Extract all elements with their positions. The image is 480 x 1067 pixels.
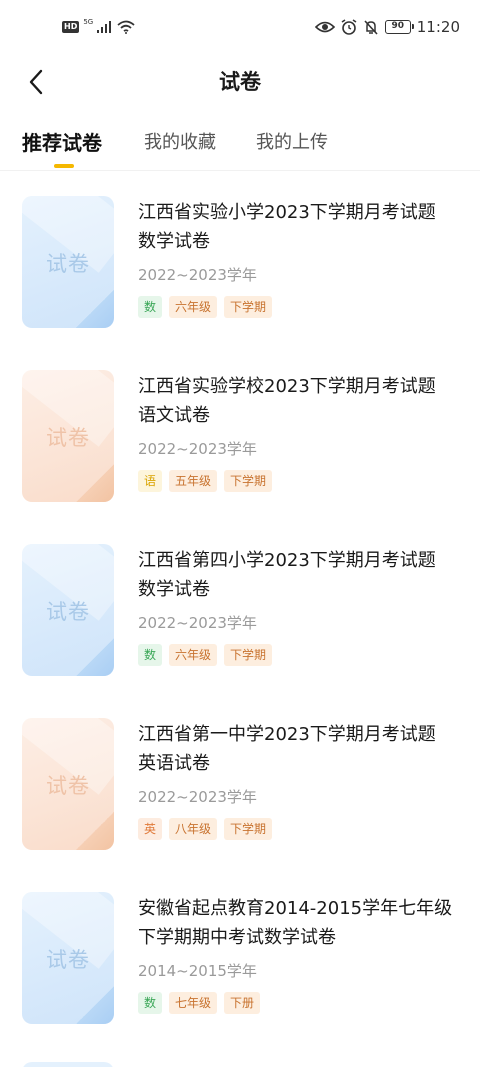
paper-title: 江西省第四小学2023下学期月考试题 数学试卷 [138, 546, 460, 604]
tab-bar: 推荐试卷 我的收藏 我的上传 [0, 122, 480, 172]
paper-list: 试卷 江西省实验小学2023下学期月考试题 数学试卷 2022~2023学年 数… [0, 172, 480, 1042]
tag-group: 数 六年级 下学期 [138, 644, 273, 666]
grade-tag: 五年级 [169, 470, 218, 492]
paper-title: 江西省实验小学2023下学期月考试题 数学试卷 [138, 198, 460, 256]
paper-cover: 试卷 [22, 544, 114, 676]
eye-icon [314, 21, 335, 33]
grade-tag: 六年级 [169, 644, 218, 666]
term-tag: 下学期 [224, 296, 273, 318]
network-type-label: 5G [83, 18, 94, 26]
hd-badge: HD [62, 21, 80, 33]
signal-icon [97, 21, 112, 33]
cover-label: 试卷 [46, 948, 90, 972]
paper-title-line: 数学试卷 [138, 231, 210, 252]
cover-label: 试卷 [46, 426, 90, 450]
term-tag: 下学期 [224, 818, 273, 840]
divider [0, 170, 480, 171]
paper-title-line: 英语试卷 [138, 753, 210, 774]
subject-tag: 语 [138, 470, 163, 492]
cover-label: 试卷 [46, 774, 90, 798]
next-item-peek [22, 1062, 114, 1067]
tab-recommended[interactable]: 推荐试卷 [22, 127, 102, 156]
tab-favorites[interactable]: 我的收藏 [144, 128, 216, 154]
status-time: 11:20 [416, 18, 460, 36]
paper-title: 安徽省起点教育2014-2015学年七年级 下学期期中考试数学试卷 [138, 894, 460, 952]
subject-tag: 数 [138, 296, 163, 318]
paper-year: 2022~2023学年 [138, 440, 257, 458]
paper-title: 江西省实验学校2023下学期月考试题 语文试卷 [138, 372, 460, 430]
list-item[interactable]: 试卷 安徽省起点教育2014-2015学年七年级 下学期期中考试数学试卷 201… [0, 868, 480, 1042]
paper-year: 2022~2023学年 [138, 266, 257, 284]
paper-title-line: 江西省实验小学2023下学期月考试题 [138, 202, 436, 223]
paper-title-line: 语文试卷 [138, 405, 210, 426]
battery-indicator: 90 [384, 20, 414, 34]
page-title: 试卷 [219, 70, 261, 94]
list-item[interactable]: 试卷 江西省实验小学2023下学期月考试题 数学试卷 2022~2023学年 数… [0, 172, 480, 346]
subject-tag: 英 [138, 818, 163, 840]
status-left: HD 5G [62, 18, 135, 34]
paper-cover: 试卷 [22, 196, 114, 328]
status-bar: HD 5G 90 11:20 [0, 0, 480, 58]
grade-tag: 八年级 [169, 818, 218, 840]
paper-title-line: 下学期期中考试数学试卷 [138, 927, 336, 948]
tag-group: 语 五年级 下学期 [138, 470, 273, 492]
tag-group: 数 七年级 下册 [138, 992, 261, 1014]
term-tag: 下学期 [224, 644, 273, 666]
paper-year: 2022~2023学年 [138, 614, 257, 632]
paper-title-line: 安徽省起点教育2014-2015学年七年级 [138, 898, 453, 919]
paper-title-line: 江西省实验学校2023下学期月考试题 [138, 376, 436, 397]
list-item[interactable]: 试卷 江西省实验学校2023下学期月考试题 语文试卷 2022~2023学年 语… [0, 346, 480, 520]
active-tab-indicator [54, 164, 74, 168]
paper-title-line: 江西省第一中学2023下学期月考试题 [138, 724, 436, 745]
status-right: 90 11:20 [314, 18, 460, 36]
grade-tag: 七年级 [169, 992, 218, 1014]
tab-uploads[interactable]: 我的上传 [256, 128, 328, 154]
paper-cover: 试卷 [22, 892, 114, 1024]
cover-label: 试卷 [46, 252, 90, 276]
app-header: 试卷 [0, 58, 480, 104]
paper-title-line: 江西省第四小学2023下学期月考试题 [138, 550, 436, 571]
paper-cover: 试卷 [22, 718, 114, 850]
term-tag: 下册 [224, 992, 261, 1014]
subject-tag: 数 [138, 992, 163, 1014]
subject-tag: 数 [138, 644, 163, 666]
paper-year: 2014~2015学年 [138, 962, 257, 980]
list-item[interactable]: 试卷 江西省第四小学2023下学期月考试题 数学试卷 2022~2023学年 数… [0, 520, 480, 694]
paper-title-line: 数学试卷 [138, 579, 210, 600]
alarm-icon [341, 19, 357, 35]
tag-group: 数 六年级 下学期 [138, 296, 273, 318]
term-tag: 下学期 [224, 470, 273, 492]
grade-tag: 六年级 [169, 296, 218, 318]
tag-group: 英 八年级 下学期 [138, 818, 273, 840]
paper-title: 江西省第一中学2023下学期月考试题 英语试卷 [138, 720, 460, 778]
list-item[interactable]: 试卷 江西省第一中学2023下学期月考试题 英语试卷 2022~2023学年 英… [0, 694, 480, 868]
mute-bell-icon [364, 20, 378, 35]
cover-label: 试卷 [46, 600, 90, 624]
wifi-icon [117, 20, 135, 34]
paper-year: 2022~2023学年 [138, 788, 257, 806]
paper-cover: 试卷 [22, 370, 114, 502]
